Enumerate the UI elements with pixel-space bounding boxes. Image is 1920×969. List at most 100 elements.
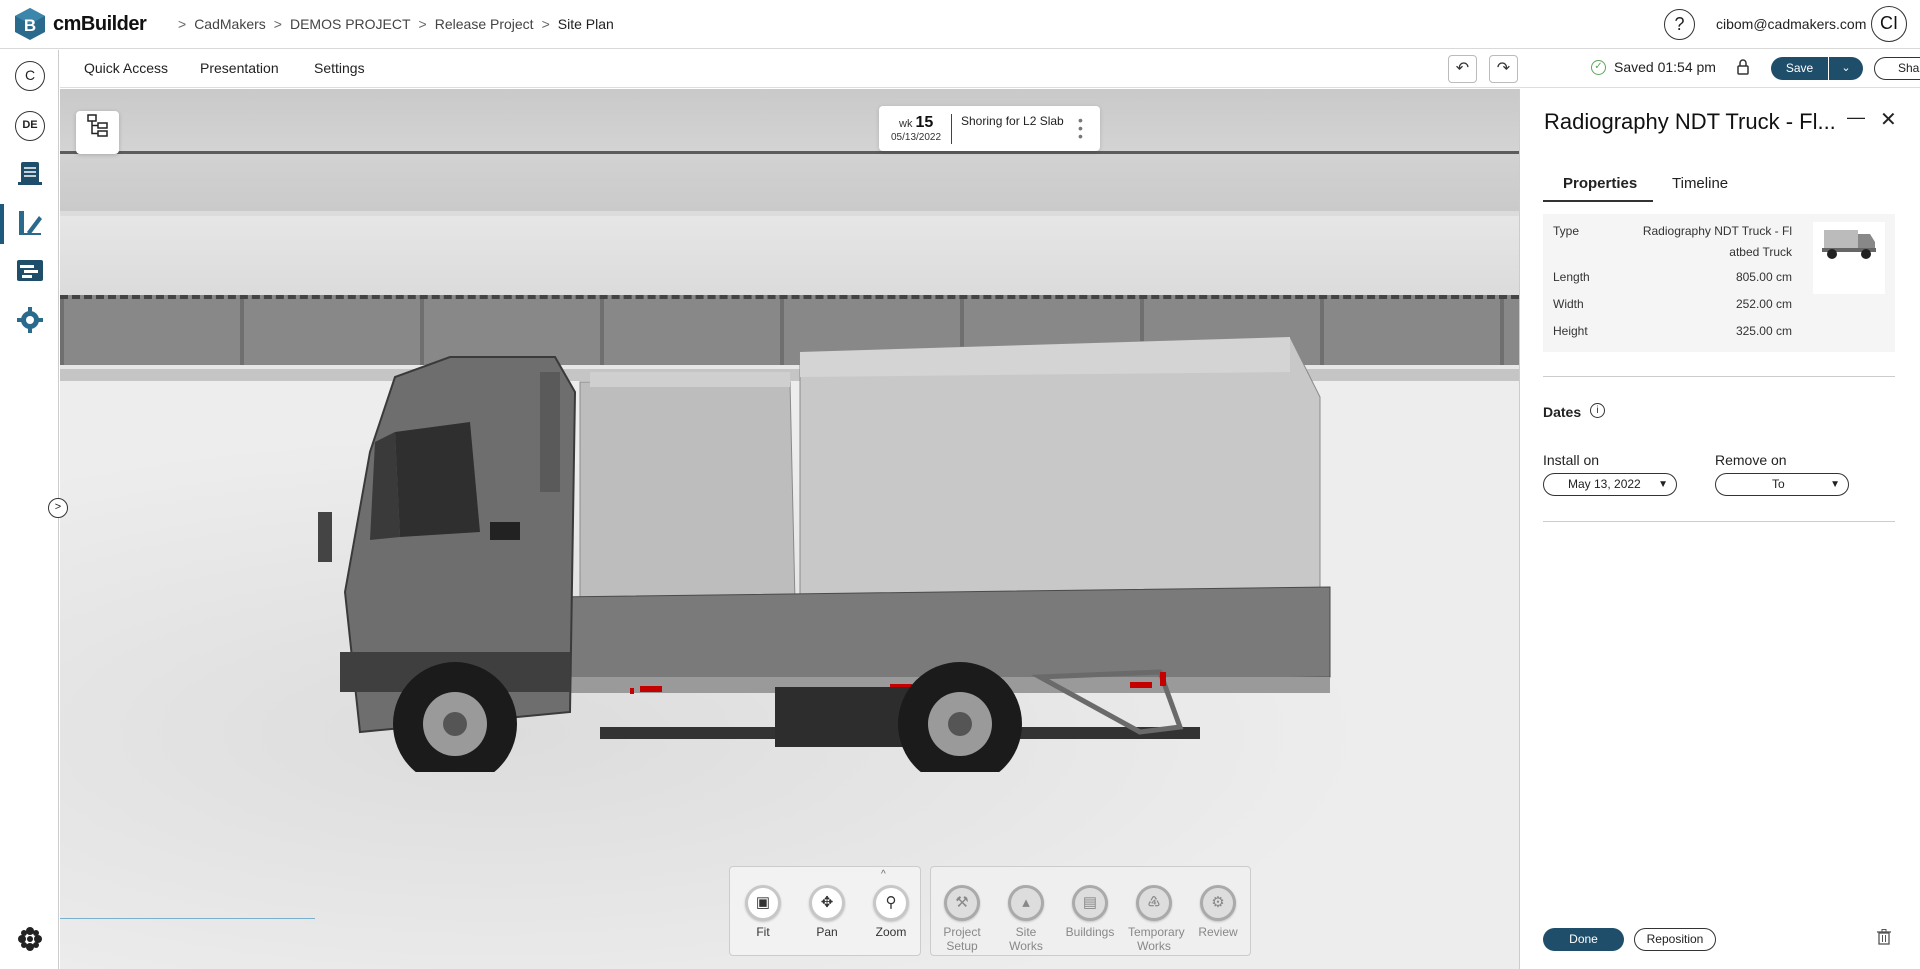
review-button[interactable]: ⚙ Review (1192, 885, 1244, 939)
3d-viewport[interactable] (60, 89, 1519, 969)
buildings-button[interactable]: ▤ Buildings (1064, 885, 1116, 939)
install-on-label: Install on (1543, 452, 1600, 468)
expand-sidebar-chevron-icon[interactable]: > (48, 498, 68, 518)
buildings-icon: ▤ (1072, 885, 1108, 921)
share-button[interactable]: Share (1874, 57, 1920, 80)
activity-name: Shoring for L2 Slab (961, 114, 1064, 128)
done-button[interactable]: Done (1543, 928, 1624, 951)
save-status: ✓ Saved 01:54 pm (1591, 59, 1716, 75)
chevron-down-icon[interactable]: ⌄ (1829, 57, 1863, 80)
settings-gear-icon[interactable] (15, 305, 45, 335)
height-value: 325.00 cm (1735, 324, 1792, 338)
schedule-card[interactable]: wk 15 05/13/2022 Shoring for L2 Slab • • • (879, 106, 1100, 151)
documents-icon[interactable] (15, 158, 45, 188)
chevron-right-icon: > (541, 16, 550, 32)
site-boundary-line (60, 918, 315, 919)
undo-icon[interactable]: ↶ (1448, 55, 1477, 83)
top-bar: B cmBuilder > CadMakers > DEMOS PROJECT … (0, 0, 1920, 49)
schedule-icon[interactable] (15, 255, 45, 285)
reposition-button[interactable]: Reposition (1634, 928, 1716, 951)
user-email[interactable]: cibom@cadmakers.com (1716, 16, 1866, 32)
install-date-select[interactable]: May 13, 2022 ▼ (1543, 473, 1677, 496)
temporary-works-icon: ♶ (1136, 885, 1172, 921)
view-toolbar: ▣ Fit ✥ Pan ⚲ Zoom (729, 866, 921, 956)
breadcrumb-project[interactable]: DEMOS PROJECT (290, 16, 411, 32)
width-value: 252.00 cm (1735, 297, 1792, 311)
more-vertical-icon[interactable]: • • • (1078, 113, 1083, 143)
project-setup-button[interactable]: ⚒ Project Setup (936, 885, 988, 953)
saved-time: Saved 01:54 pm (1614, 59, 1716, 75)
svg-text:B: B (24, 16, 36, 35)
chevron-right-icon: > (418, 16, 427, 32)
background-barrier (60, 216, 1519, 304)
minimize-icon[interactable]: — (1847, 107, 1865, 128)
project-de-icon[interactable]: DE (15, 111, 45, 141)
breadcrumb-release[interactable]: Release Project (435, 16, 534, 32)
panel-title: Radiography NDT Truck - Fl... (1544, 109, 1836, 134)
truck-model[interactable] (300, 332, 1380, 786)
truck-thumbnail (1813, 222, 1885, 294)
avatar[interactable]: CI (1871, 6, 1907, 42)
divider (1543, 376, 1895, 377)
info-icon[interactable]: i (1590, 403, 1605, 418)
chevron-right-icon: > (273, 16, 282, 32)
company-c-icon[interactable]: C (15, 61, 45, 91)
menu-presentation[interactable]: Presentation (200, 60, 279, 76)
site-works-button[interactable]: ▴ Site Works (1000, 885, 1052, 953)
active-indicator (0, 204, 4, 244)
help-button[interactable]: ? (1664, 9, 1695, 40)
design-pencil-icon[interactable] (15, 208, 45, 238)
zoom-button[interactable]: ⚲ Zoom (865, 885, 917, 939)
remove-on-label: Remove on (1715, 452, 1787, 468)
trash-icon[interactable] (1877, 929, 1891, 949)
width-label: Width (1553, 297, 1584, 311)
apps-flower-icon[interactable] (15, 924, 45, 954)
chevron-right-icon: > (178, 16, 187, 32)
properties-panel: Radiography NDT Truck - Fl... — ✕ Proper… (1519, 89, 1920, 969)
type-value-line2: atbed Truck (1729, 245, 1792, 259)
lock-icon[interactable] (1732, 59, 1754, 81)
divider (951, 114, 952, 144)
brand-name: cmBuilder (53, 13, 147, 35)
background-wall (60, 151, 1519, 211)
fit-icon: ▣ (745, 885, 781, 921)
divider (1543, 521, 1895, 522)
cmbuilder-logo-icon[interactable]: B (14, 7, 46, 41)
dropdown-arrow-icon: ▼ (1658, 479, 1668, 490)
week-number: wk 15 (899, 114, 934, 131)
menu-quick-access[interactable]: Quick Access (84, 60, 168, 76)
menu-bar: Quick Access Presentation Settings ↶ ↷ ✓… (60, 50, 1920, 88)
remove-date-select[interactable]: To ▼ (1715, 473, 1849, 496)
close-icon[interactable]: ✕ (1880, 107, 1897, 132)
type-label: Type (1553, 224, 1580, 238)
type-value-line1: Radiography NDT Truck - Fl (1642, 224, 1792, 238)
fit-button[interactable]: ▣ Fit (737, 885, 789, 939)
menu-settings[interactable]: Settings (314, 60, 365, 76)
dropdown-arrow-icon: ▼ (1830, 479, 1840, 490)
model-tree-icon[interactable] (76, 111, 119, 154)
redo-icon[interactable]: ↷ (1489, 55, 1518, 83)
project-setup-icon: ⚒ (944, 885, 980, 921)
dates-heading: Dates (1543, 404, 1582, 420)
length-label: Length (1553, 270, 1590, 284)
week-date: 05/13/2022 (891, 132, 942, 143)
breadcrumb-current: Site Plan (557, 16, 614, 32)
site-works-icon: ▴ (1008, 885, 1044, 921)
save-button[interactable]: Save (1771, 57, 1828, 80)
tab-timeline[interactable]: Timeline (1672, 175, 1728, 192)
category-toolbar: ⚒ Project Setup ▴ Site Works ▤ Buildings… (930, 866, 1251, 956)
breadcrumb-company[interactable]: CadMakers (194, 16, 266, 32)
check-circle-icon: ✓ (1591, 59, 1606, 75)
tab-properties[interactable]: Properties (1563, 175, 1637, 192)
review-icon: ⚙ (1200, 885, 1236, 921)
zoom-icon: ⚲ (873, 885, 909, 921)
pan-button[interactable]: ✥ Pan (801, 885, 853, 939)
pan-icon: ✥ (809, 885, 845, 921)
temporary-works-button[interactable]: ♶ Temporary Works (1128, 885, 1185, 953)
length-value: 805.00 cm (1735, 270, 1792, 284)
active-tab-underline (1543, 200, 1653, 202)
chevron-up-icon[interactable]: ^ (881, 869, 886, 880)
properties-table: Type Radiography NDT Truck - Fl atbed Tr… (1543, 214, 1895, 352)
height-label: Height (1553, 324, 1588, 338)
breadcrumb: > CadMakers > DEMOS PROJECT > Release Pr… (170, 16, 614, 32)
